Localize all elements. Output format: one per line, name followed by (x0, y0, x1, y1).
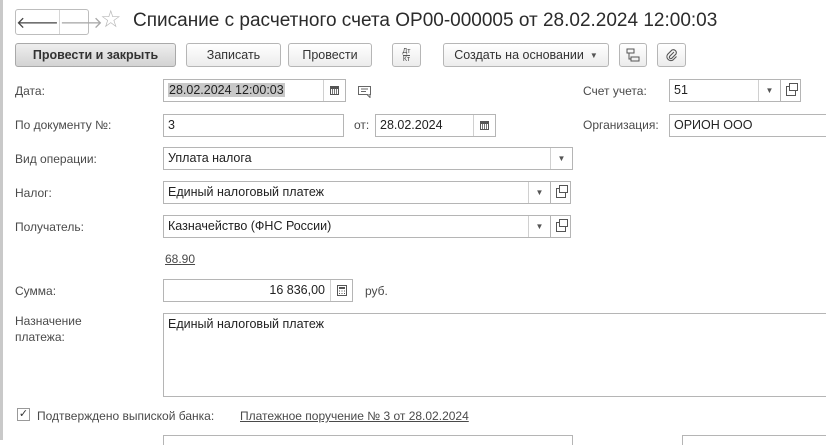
purpose-label-line1: Назначение (15, 314, 82, 328)
recipient-label: Получатель: (15, 220, 84, 234)
account-open-button[interactable] (781, 79, 801, 102)
save-button[interactable]: Записать (186, 43, 281, 67)
payment-order-link[interactable]: Платежное поручение № 3 от 28.02.2024 (240, 409, 469, 423)
post-button[interactable]: Провести (288, 43, 372, 67)
window-left-edge (0, 0, 3, 440)
sum-label: Сумма: (15, 284, 57, 298)
date-label: Дата: (15, 84, 45, 98)
calendar-icon (480, 121, 489, 130)
page-title: Списание с расчетного счета ОР00-000005 … (133, 10, 718, 31)
account-dropdown-button[interactable]: ▼ (758, 80, 780, 101)
from-date-value: 28.02.2024 (380, 118, 443, 132)
dt-label: Дт (402, 47, 411, 56)
create-based-on-button[interactable]: Создать на основании ▼ (443, 43, 609, 67)
recipient-dropdown-button[interactable]: ▼ (528, 216, 550, 237)
hierarchy-icon (626, 48, 640, 62)
tax-label: Налог: (15, 186, 52, 200)
chevron-down-icon: ▼ (535, 188, 544, 197)
doc-number-field[interactable]: 3 (163, 114, 344, 137)
date-calendar-button[interactable] (323, 80, 345, 101)
organization-field[interactable]: ОРИОН ООО (669, 114, 826, 137)
account-label: Счет учета: (583, 84, 647, 98)
payment-purpose-textarea[interactable]: Единый налоговый платеж (163, 313, 826, 397)
date-value: 28.02.2024 12:00:03 (168, 83, 285, 97)
open-icon (555, 184, 568, 198)
navigation-group: 🡐 🡒 (15, 9, 103, 35)
from-date-field[interactable]: 28.02.2024 (375, 114, 496, 137)
attachment-button[interactable] (657, 43, 686, 67)
operation-type-dropdown-button[interactable]: ▼ (550, 148, 572, 169)
tax-open-button[interactable] (551, 181, 571, 204)
operation-type-value: Уплата налога (168, 151, 252, 165)
back-button[interactable]: 🡐 (16, 10, 59, 34)
recipient-value: Казначейство (ФНС России) (168, 219, 332, 233)
date-field[interactable]: 28.02.2024 12:00:03 (163, 79, 346, 102)
recipient-open-button[interactable] (551, 215, 571, 238)
checkmark-icon: ✓ (18, 408, 29, 420)
calculator-icon (336, 285, 347, 296)
chevron-down-icon: ▼ (589, 50, 598, 60)
paperclip-icon (665, 49, 677, 62)
calendar-icon (330, 86, 339, 95)
tax-field[interactable]: Единый налоговый платеж ▼ (163, 181, 551, 204)
confirmed-label: Подтверждено выпиской банка: (37, 409, 215, 423)
kt-label: Кт (402, 55, 411, 63)
chevron-down-icon: ▼ (535, 222, 544, 231)
recipient-field[interactable]: Казначейство (ФНС России) ▼ (163, 215, 551, 238)
partial-field-right (682, 435, 826, 445)
operation-type-select[interactable]: Уплата налога ▼ (163, 147, 573, 170)
create-based-on-label: Создать на основании (454, 48, 584, 62)
purpose-label-line2: платежа: (15, 330, 65, 344)
favorite-star-icon[interactable]: ☆ (100, 7, 122, 33)
sum-field[interactable]: 16 836,00 (163, 279, 353, 302)
operation-type-label: Вид операции: (15, 152, 97, 166)
recipient-account-link[interactable]: 68.90 (165, 252, 195, 266)
partial-field-left (163, 435, 573, 445)
chevron-down-icon: ▼ (765, 86, 774, 95)
chevron-down-icon: ▼ (557, 154, 566, 163)
confirmed-checkbox[interactable]: ✓ (17, 408, 30, 421)
open-icon (785, 82, 798, 96)
from-label: от: (354, 118, 370, 132)
account-value: 51 (674, 83, 688, 97)
structure-button[interactable] (619, 43, 647, 67)
account-field[interactable]: 51 ▼ (669, 79, 781, 102)
open-icon (555, 218, 568, 232)
organization-label: Организация: (583, 118, 659, 132)
comment-icon[interactable] (358, 86, 372, 98)
calculator-button[interactable] (330, 280, 352, 301)
forward-button[interactable]: 🡒 (58, 10, 103, 34)
tax-value: Единый налоговый платеж (168, 185, 325, 199)
from-calendar-button[interactable] (473, 115, 495, 136)
arrow-right-icon: 🡒 (59, 14, 103, 32)
doc-number-label: По документу №: (15, 118, 112, 132)
sum-value: 16 836,00 (269, 283, 325, 297)
currency-label: руб. (365, 284, 388, 298)
arrow-left-icon: 🡐 (16, 14, 59, 32)
dt-kt-icon: Дт Кт (402, 47, 411, 63)
dt-kt-button[interactable]: Дт Кт (392, 43, 421, 67)
tax-dropdown-button[interactable]: ▼ (528, 182, 550, 203)
post-and-close-button[interactable]: Провести и закрыть (15, 43, 176, 67)
